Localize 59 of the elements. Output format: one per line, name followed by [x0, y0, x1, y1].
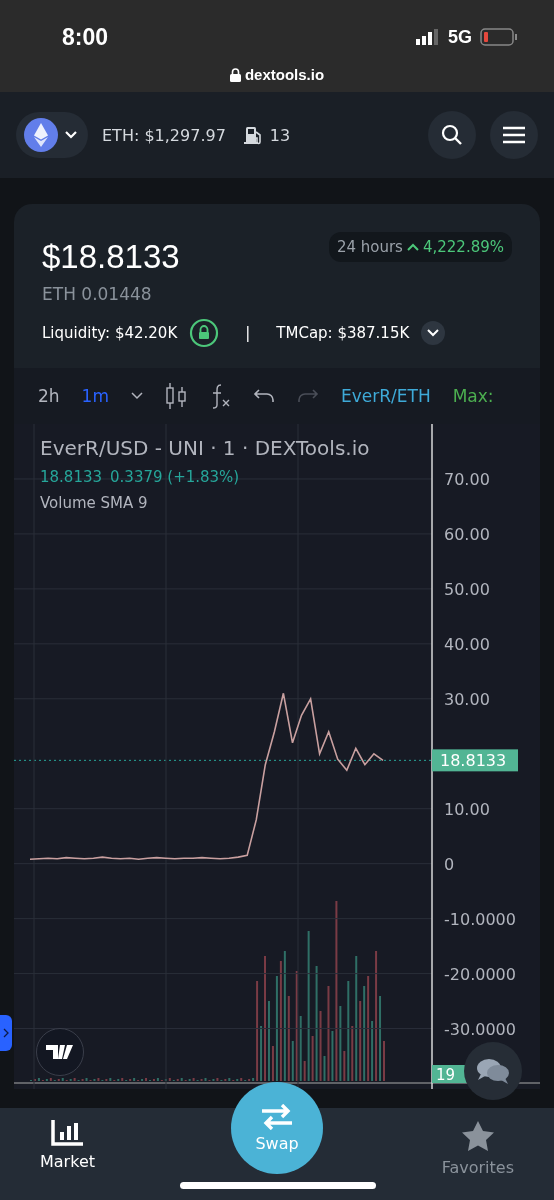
menu-icon — [503, 126, 525, 144]
candlestick-icon[interactable] — [165, 383, 187, 409]
max-price: Max: — [452, 386, 494, 406]
axis-label: 10.00 — [444, 799, 490, 819]
side-panel-tab[interactable] — [0, 1015, 12, 1051]
price-change: 4,222.89% — [422, 238, 504, 256]
axis-label: -20.0000 — [444, 964, 516, 984]
gas-price: 13 — [269, 125, 291, 145]
axis-label: 60.00 — [444, 524, 490, 544]
undo-icon[interactable] — [253, 388, 275, 404]
search-button[interactable] — [428, 111, 476, 159]
eth-value: ETH 0.01448 — [42, 284, 153, 304]
swap-arrows-icon — [260, 1103, 294, 1130]
axis-label: 40.00 — [444, 634, 490, 654]
menu-button[interactable] — [490, 111, 538, 159]
pair-button[interactable]: EverR/ETH — [341, 386, 431, 406]
url-text[interactable]: dextools.io — [244, 66, 325, 83]
range-button[interactable]: 2h — [38, 386, 60, 406]
market-cap: TMCap: $387.15K — [276, 324, 410, 342]
logo-icon — [46, 1045, 74, 1059]
signal-icon — [416, 29, 440, 45]
network-type: 5G — [448, 26, 472, 48]
ethereum-icon — [24, 118, 58, 152]
axis-label: 0 — [444, 854, 455, 874]
price-label: 18.8133 — [432, 749, 518, 772]
price-change: 0.3379 (+1.83%) — [110, 468, 240, 486]
star-icon — [460, 1120, 495, 1152]
axis-label: 50.00 — [444, 579, 490, 599]
battery-icon — [480, 28, 518, 46]
search-icon — [441, 124, 463, 146]
lock-icon — [229, 67, 241, 82]
axis-label: -30.0000 — [444, 1019, 516, 1039]
period-label: 24 hours — [336, 238, 403, 256]
indicator-label: Volume SMA 9 — [40, 494, 149, 512]
last-price: 18.8133 — [40, 468, 103, 486]
chevron-right-icon — [3, 1028, 9, 1038]
chain-selector[interactable] — [16, 112, 88, 158]
axis-label: 70.00 — [444, 469, 490, 489]
bar-chart-icon — [50, 1120, 85, 1146]
axis-label: 30.00 — [444, 689, 490, 709]
clock: 8:00 — [62, 23, 109, 51]
chat-bubbles-icon — [476, 1057, 510, 1085]
lock-icon — [189, 318, 220, 348]
liquidity: Liquidity: $42.20K — [42, 324, 178, 342]
expand-button[interactable] — [421, 321, 446, 345]
chevron-down-icon[interactable] — [131, 392, 143, 400]
chart-title: EverR/USD - UNI · 1 · DEXTools.io — [40, 436, 370, 460]
nav-tab[interactable]: Favorites — [441, 1108, 514, 1200]
token-price: $18.8133 — [42, 238, 180, 276]
separator: | — [245, 324, 251, 342]
eth-price: ETH: $1,297.97 — [102, 125, 226, 145]
fuel-pump-icon — [243, 125, 264, 145]
chevron-down-icon — [64, 130, 78, 140]
chevron-down-icon — [427, 329, 440, 337]
chevron-up-icon — [406, 243, 419, 251]
nav-tab[interactable]: Market — [40, 1108, 95, 1200]
axis-label: -10.0000 — [444, 909, 516, 929]
interval-button[interactable]: 1m — [81, 386, 109, 406]
tradingview-logo[interactable] — [36, 1028, 84, 1076]
